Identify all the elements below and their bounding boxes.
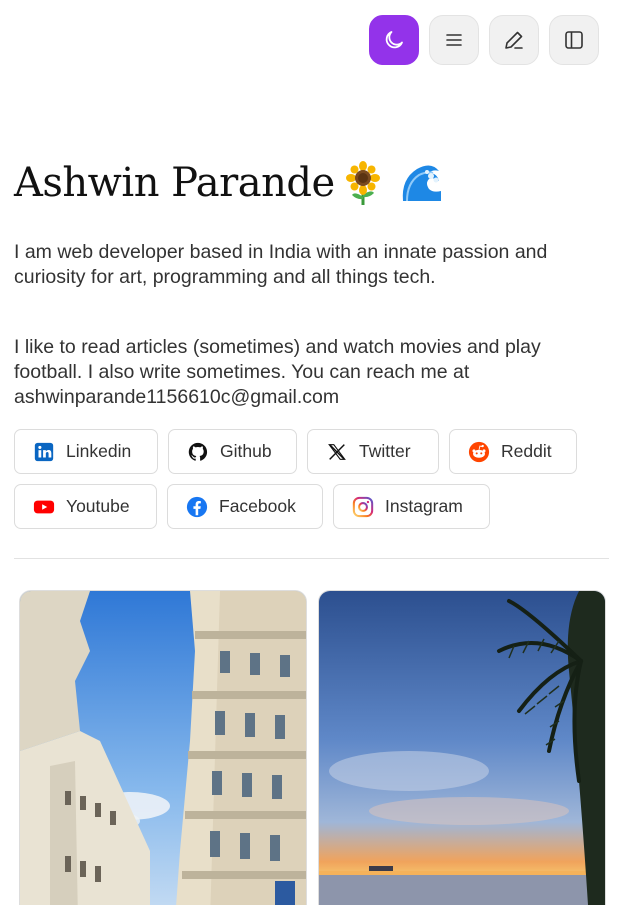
linkedin-link[interactable]: Linkedin — [14, 429, 158, 474]
bio-paragraph-2: I like to read articles (sometimes) and … — [14, 336, 541, 408]
page-title: Ashwin Parande — [14, 160, 335, 206]
youtube-label: Youtube — [66, 496, 130, 516]
menu-icon — [446, 34, 462, 46]
bio-paragraph-1: I am web developer based in India with a… — [14, 241, 548, 288]
reddit-link[interactable]: Reddit — [449, 429, 577, 474]
theme-toggle-button[interactable] — [369, 15, 419, 65]
water-wave-icon — [402, 165, 441, 202]
github-label: Github — [220, 441, 272, 461]
page-title-row: Ashwin Parande — [14, 160, 445, 206]
youtube-link[interactable]: Youtube — [14, 484, 157, 529]
buildings-image — [20, 591, 306, 905]
instagram-icon — [352, 496, 374, 517]
reddit-icon — [468, 441, 490, 462]
twitter-link[interactable]: Twitter — [307, 429, 439, 474]
linkedin-icon — [34, 442, 54, 461]
gallery-photo-buildings[interactable] — [19, 590, 307, 905]
edit-button[interactable] — [489, 15, 539, 65]
section-divider — [14, 558, 609, 559]
facebook-link[interactable]: Facebook — [167, 484, 323, 529]
moon-icon — [385, 31, 403, 49]
twitter-label: Twitter — [359, 441, 411, 461]
instagram-link[interactable]: Instagram — [333, 484, 490, 529]
youtube-icon — [33, 500, 55, 513]
sunflower-icon — [345, 161, 380, 205]
photo-gallery — [19, 590, 606, 905]
github-icon — [188, 442, 208, 461]
facebook-icon — [186, 496, 208, 517]
facebook-label: Facebook — [219, 496, 296, 516]
menu-button[interactable] — [429, 15, 479, 65]
x-icon — [328, 443, 346, 460]
github-link[interactable]: Github — [168, 429, 297, 474]
instagram-label: Instagram — [385, 496, 463, 516]
sidebar-toggle-button[interactable] — [549, 15, 599, 65]
linkedin-label: Linkedin — [66, 441, 132, 461]
sunset-beach-image — [319, 591, 605, 905]
gallery-photo-sunset[interactable] — [318, 590, 606, 905]
social-links: Linkedin Github Twitter Reddit Youtube F… — [14, 429, 614, 529]
sidebar-icon — [565, 31, 583, 49]
top-toolbar — [369, 15, 599, 65]
pencil-icon — [505, 31, 523, 49]
reddit-label: Reddit — [501, 441, 552, 461]
